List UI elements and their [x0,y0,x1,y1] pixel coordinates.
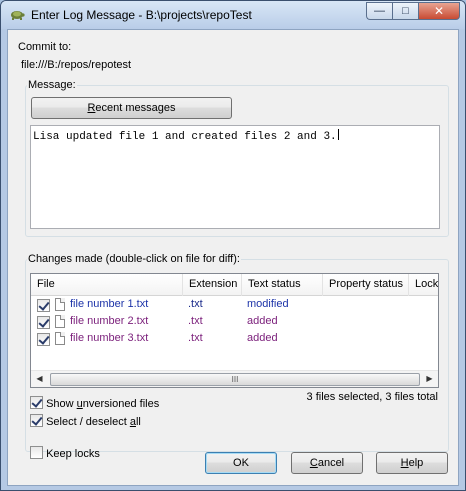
column-header-text-status[interactable]: Text status [242,274,323,296]
message-textarea[interactable]: Lisa updated file 1 and created files 2 … [30,125,440,229]
commit-to-label: Commit to: [18,41,72,53]
file-text-status: modified [247,298,289,310]
file-extension: .txt [188,315,203,327]
select-all-label: Select / deselect all [46,416,141,428]
text-caret [337,129,339,140]
maximize-icon: □ [402,5,409,17]
show-unversioned-toggle[interactable]: Show unversioned files [30,394,159,410]
column-header-file[interactable]: File [31,274,183,296]
file-text-status: added [247,332,278,344]
list-header: File Extension Text status Property stat… [31,274,438,296]
text-file-icon [55,315,65,328]
commit-url: file:///B:/repos/repotest [21,59,132,71]
keep-locks-label: Keep locks [46,448,100,460]
selection-summary: 3 files selected, 3 files total [306,391,438,403]
file-name: file number 2.txt [70,315,149,327]
column-header-property-status[interactable]: Property status [323,274,409,296]
text-file-icon [55,298,65,311]
file-checkbox[interactable] [37,333,50,346]
dialog-client: Commit to: file:///B:/repos/repotest Mes… [7,29,459,486]
scroll-left-icon[interactable]: ◀ [31,371,48,387]
show-unversioned-checkbox[interactable] [30,396,43,409]
dialog-window: Enter Log Message - B:\projects\repoTest… [0,0,466,491]
show-unversioned-label: Show unversioned files [46,398,160,410]
close-icon: ✕ [433,4,445,18]
title-bar[interactable]: Enter Log Message - B:\projects\repoTest… [1,1,465,29]
scroll-right-icon[interactable]: ▶ [421,371,438,387]
cancel-button[interactable]: Cancel [291,452,363,474]
help-button[interactable]: Help [376,452,448,474]
file-name: file number 3.txt [70,332,149,344]
horizontal-scrollbar[interactable]: ◀ III ▶ [31,370,438,387]
recent-messages-label: ecent messages [95,102,176,114]
keep-locks-toggle[interactable]: Keep locks [30,444,100,460]
file-name: file number 1.txt [70,298,149,310]
minimize-button[interactable]: — [366,2,392,20]
window-title: Enter Log Message - B:\projects\repoTest [31,8,252,22]
file-row[interactable]: file number 3.txt .txt added [31,331,438,348]
maximize-button[interactable]: □ [392,2,418,20]
changes-list[interactable]: File Extension Text status Property stat… [30,273,439,388]
file-row[interactable]: file number 1.txt .txt modified [31,297,438,314]
keep-locks-checkbox[interactable] [30,446,43,459]
file-row[interactable]: file number 2.txt .txt added [31,314,438,331]
changes-group-label: Changes made (double-click on file for d… [27,253,241,265]
select-all-toggle[interactable]: Select / deselect all [30,412,141,428]
column-header-extension[interactable]: Extension [183,274,242,296]
column-header-lock[interactable]: Lock [409,274,438,296]
message-text: Lisa updated file 1 and created files 2 … [33,131,337,143]
close-button[interactable]: ✕ [418,2,460,20]
file-text-status: added [247,315,278,327]
text-file-icon [55,332,65,345]
recent-messages-button[interactable]: Recent messages [31,97,232,119]
scroll-thumb[interactable]: III [50,373,420,386]
file-checkbox[interactable] [37,316,50,329]
tortoise-icon [11,11,25,20]
file-extension: .txt [188,298,203,310]
file-extension: .txt [188,332,203,344]
ok-button[interactable]: OK [205,452,277,474]
select-all-checkbox[interactable] [30,414,43,427]
minimize-icon: — [374,5,385,17]
message-group-label: Message: [27,79,77,91]
file-checkbox[interactable] [37,299,50,312]
